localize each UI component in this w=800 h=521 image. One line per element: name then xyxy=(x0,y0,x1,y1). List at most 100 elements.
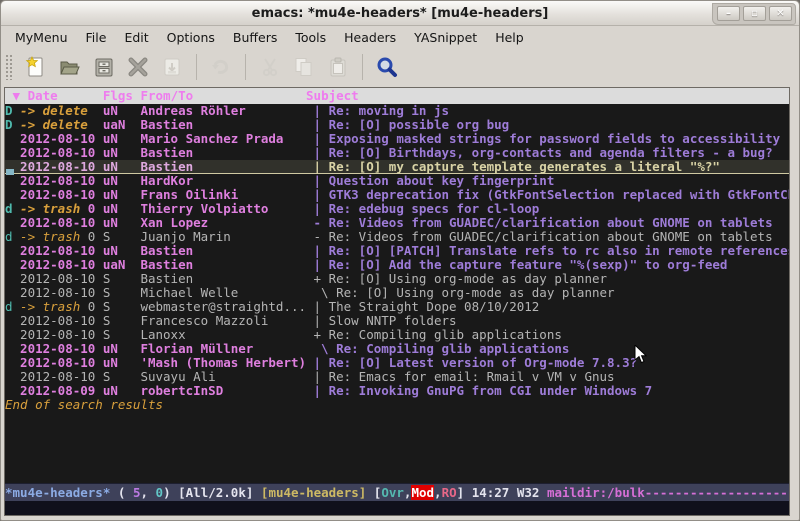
menu-tools[interactable]: Tools xyxy=(287,28,334,47)
flags-cell: uN xyxy=(103,104,141,118)
toolbar-drag-handle[interactable] xyxy=(5,54,13,80)
message-row[interactable]: 2012-08-10uNBastien| Re: [O] [PATCH] Tra… xyxy=(5,244,789,258)
mark-char xyxy=(5,258,20,272)
mark-char xyxy=(5,356,20,370)
flags-cell: uN xyxy=(103,188,141,202)
mark-label: -> trash xyxy=(20,300,80,314)
menu-edit[interactable]: Edit xyxy=(116,28,156,47)
close-file-icon xyxy=(126,55,150,79)
mark-char: d xyxy=(5,202,20,216)
flags-cell: uN xyxy=(103,132,141,146)
message-row[interactable]: 2012-08-10uNBastien| Re: [O] my capture … xyxy=(5,160,789,174)
message-row[interactable]: D -> deleteuNAndreas Röhler| Re: moving … xyxy=(5,104,789,118)
menu-mymenu[interactable]: MyMenu xyxy=(7,28,76,47)
date-cell: 2012-08-10 xyxy=(20,258,103,272)
menu-buffers[interactable]: Buffers xyxy=(225,28,285,47)
search-button[interactable] xyxy=(370,52,404,82)
undo-button xyxy=(204,52,238,82)
subject-cell: | Re: edebug specs for cl-loop xyxy=(306,202,539,216)
message-row[interactable]: 2012-08-10uNMario Sanchez Prada| Exposin… xyxy=(5,132,789,146)
from-cell: Xan Lopez xyxy=(140,216,306,230)
date-cell: -> trash 0 xyxy=(20,300,103,314)
open-folder-button[interactable] xyxy=(53,52,87,82)
subject-cell: \ Re: Compiling glib applications xyxy=(306,342,569,356)
date-cell: 2012-08-09 xyxy=(20,384,103,398)
modeline-segment: , xyxy=(434,485,442,500)
message-row[interactable]: 2012-08-10uNBastien| Re: [O] Birthdays, … xyxy=(5,146,789,160)
modeline-segment: 14:27 W32 xyxy=(472,485,547,500)
flags-cell: uaN xyxy=(103,118,141,132)
from-cell: Bastien xyxy=(140,244,306,258)
minimize-button[interactable]: – xyxy=(717,6,740,21)
message-row[interactable]: 2012-08-10SBastien+ Re: [O] Using org-mo… xyxy=(5,272,789,286)
modeline-segment: 0 xyxy=(156,485,164,500)
mark-char xyxy=(5,174,20,188)
subject-cell: | Re: [O] Birthdays, org-contacts and ag… xyxy=(306,146,773,160)
from-cell: Florian Müllner xyxy=(140,342,306,356)
mode-line[interactable]: *mu4e-headers* ( 5, 0) [All/2.0k] [mu4e-… xyxy=(5,483,789,501)
close-file-button[interactable] xyxy=(121,52,155,82)
date-cell: -> delete xyxy=(20,104,103,118)
message-row[interactable]: d -> trash 0SJuanjo Marin- Re: Videos fr… xyxy=(5,230,789,244)
cut-icon xyxy=(258,55,282,79)
from-cell: Bastien xyxy=(140,118,306,132)
modeline-segment: ( xyxy=(110,485,133,500)
message-row[interactable]: D -> deleteuaNBastien| Re: [O] possible … xyxy=(5,118,789,132)
date-cell: 2012-08-10 xyxy=(20,188,103,202)
modeline-segment: [ xyxy=(366,485,381,500)
subject-cell: | Re: moving in js xyxy=(306,104,449,118)
menu-help[interactable]: Help xyxy=(487,28,532,47)
mark-char: d xyxy=(5,230,20,244)
flags-cell: S xyxy=(103,370,141,384)
message-row[interactable]: 2012-08-10SMichael Welle \ Re: [O] Using… xyxy=(5,286,789,300)
mark-label: -> trash xyxy=(20,230,80,244)
menu-headers[interactable]: Headers xyxy=(336,28,404,47)
echo-area[interactable] xyxy=(5,501,789,515)
message-row[interactable]: d -> trash 0Swebmaster@straightd...| The… xyxy=(5,300,789,314)
date-tail: 0 xyxy=(80,300,95,314)
message-row[interactable]: d -> trash 0uNThierry Volpiatto| Re: ede… xyxy=(5,202,789,216)
date-cell: 2012-08-10 xyxy=(20,160,103,174)
menu-file[interactable]: File xyxy=(78,28,115,47)
date-cell: -> delete xyxy=(20,118,103,132)
message-row[interactable]: 2012-08-10uNHardKor| Question about key … xyxy=(5,174,789,188)
menu-options[interactable]: Options xyxy=(159,28,223,47)
mark-label: -> trash xyxy=(20,202,80,216)
message-row[interactable]: 2012-08-10uNXan Lopez- Re: Videos from G… xyxy=(5,216,789,230)
subject-cell: | Slow NNTP folders xyxy=(306,314,457,328)
cut-button xyxy=(253,52,287,82)
subject-cell: | Exposing masked strings for password f… xyxy=(306,132,780,146)
menu-yasnippet[interactable]: YASnippet xyxy=(406,28,485,47)
mark-char xyxy=(5,146,20,160)
message-row[interactable]: 2012-08-10SFrancesco Mazzoli| Slow NNTP … xyxy=(5,314,789,328)
message-row[interactable]: 2012-08-10SSuvayu Ali| Re: Emacs for ema… xyxy=(5,370,789,384)
from-cell: Lanoxx xyxy=(140,328,306,342)
titlebar[interactable]: emacs: *mu4e-headers* [mu4e-headers] –▫✕ xyxy=(1,1,799,26)
message-row[interactable]: 2012-08-09uNrobertcInSD| Re: Invoking Gn… xyxy=(5,384,789,398)
from-cell: Bastien xyxy=(140,272,306,286)
toolbar-separator xyxy=(245,54,246,80)
maximize-button[interactable]: ▫ xyxy=(743,6,766,21)
subject-cell: | Re: [O] [PATCH] Translate refs to rc a… xyxy=(306,244,789,258)
message-row[interactable]: 2012-08-10uaNBastien| Re: [O] Add the ca… xyxy=(5,258,789,272)
subject-cell: | The Straight Dope 08/10/2012 xyxy=(306,300,539,314)
copy-button xyxy=(287,52,321,82)
search-icon xyxy=(375,55,399,79)
message-row[interactable]: 2012-08-10uNFlorian Müllner \ Re: Compil… xyxy=(5,342,789,356)
close-button[interactable]: ✕ xyxy=(769,6,792,21)
from-cell: Michael Welle xyxy=(140,286,306,300)
flags-cell: S xyxy=(103,272,141,286)
from-cell: 'Mash (Thomas Herbert) xyxy=(140,356,306,370)
message-row[interactable]: 2012-08-10uNFrans Oilinki| GTK3 deprecat… xyxy=(5,188,789,202)
new-file-button[interactable] xyxy=(19,52,53,82)
subject-cell: | Re: [O] possible org bug xyxy=(306,118,509,132)
from-cell: robertcInSD xyxy=(140,384,306,398)
save-button[interactable] xyxy=(87,52,121,82)
mark-char xyxy=(5,370,20,384)
message-row[interactable]: 2012-08-10uN'Mash (Thomas Herbert)| Re: … xyxy=(5,356,789,370)
flags-cell: S xyxy=(103,328,141,342)
modeline-segment: -------------------------------------- xyxy=(645,485,789,500)
modeline-segment: ) xyxy=(163,485,178,500)
message-row[interactable]: 2012-08-10SLanoxx+ Re: Compiling glib ap… xyxy=(5,328,789,342)
flags-cell: uaN xyxy=(103,258,141,272)
